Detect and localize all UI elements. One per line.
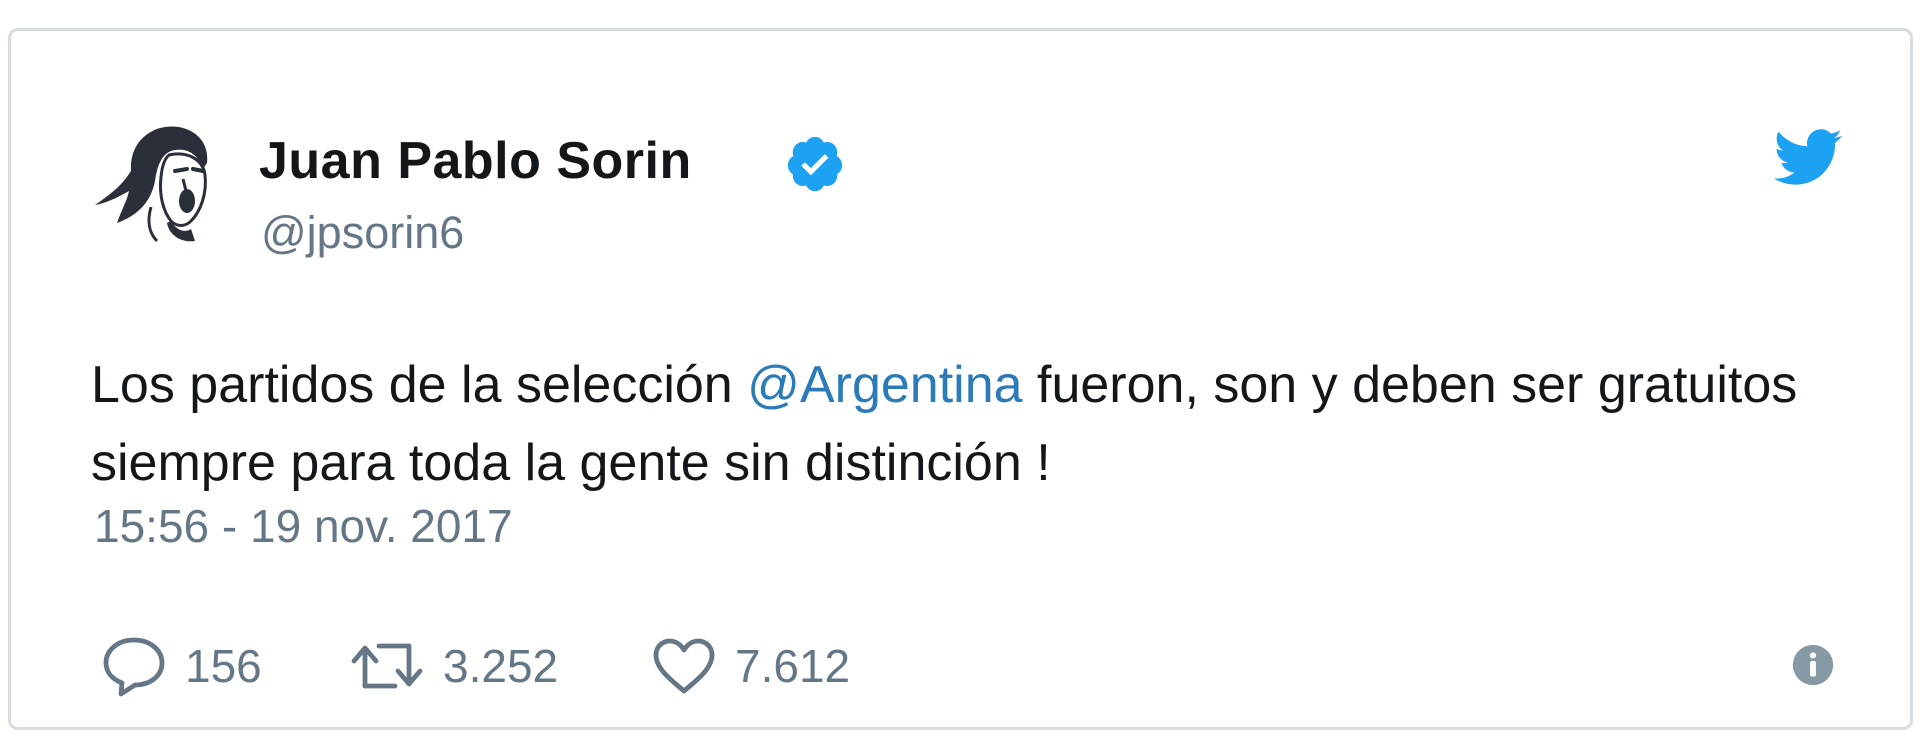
mention-link[interactable]: @Argentina	[747, 356, 1022, 414]
display-name[interactable]: Juan Pablo Sorin	[259, 131, 692, 191]
info-icon[interactable]	[1791, 643, 1835, 687]
heart-icon	[653, 638, 715, 694]
like-count: 7.612	[735, 640, 851, 692]
retweet-count: 3.252	[443, 640, 559, 692]
reply-count: 156	[185, 640, 262, 692]
reply-button[interactable]: 156	[101, 631, 262, 701]
author-handle[interactable]: @jpsorin6	[261, 207, 464, 259]
tweet-text: Los partidos de la selección @Argentina …	[91, 346, 1831, 502]
tweet-timestamp[interactable]: 15:56 - 19 nov. 2017	[94, 499, 513, 553]
reply-icon	[103, 637, 165, 697]
tweet-card: Juan Pablo Sorin @jpsorin6 Los partidos …	[8, 28, 1913, 730]
twitter-bird-icon[interactable]	[1771, 121, 1843, 193]
retweet-icon	[351, 643, 423, 689]
tweet-text-start: Los partidos de la selección	[91, 356, 748, 414]
like-button[interactable]: 7.612	[651, 631, 850, 701]
retweet-button[interactable]: 3.252	[349, 631, 558, 701]
avatar[interactable]	[91, 111, 221, 246]
verified-badge-icon	[787, 136, 843, 192]
